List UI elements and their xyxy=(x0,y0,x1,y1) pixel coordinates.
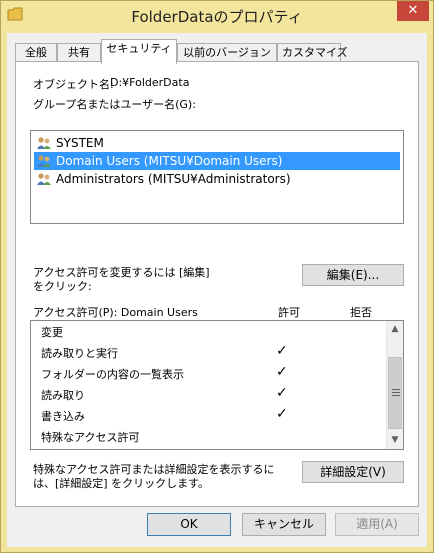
edit-button[interactable]: 編集(E)... xyxy=(302,264,404,286)
cancel-button[interactable]: キャンセル xyxy=(242,513,326,536)
close-icon: ✕ xyxy=(407,3,419,18)
object-name-value: D:¥FolderData xyxy=(110,76,190,89)
permissions-list[interactable]: 変更 読み取りと実行 ✓ フォルダーの内容の一覧表示 ✓ 読み取り ✓ 書き込み… xyxy=(30,320,404,450)
tab-previous-versions[interactable]: 以前のバージョン xyxy=(177,43,277,63)
advanced-button[interactable]: 詳細設定(V) xyxy=(302,461,404,483)
permissions-scrollbar[interactable]: ▲ ▼ xyxy=(386,321,403,449)
allow-check: ✓ xyxy=(276,364,288,380)
permission-row-read: 読み取り ✓ xyxy=(31,384,386,405)
allow-check: ✓ xyxy=(276,385,288,401)
tab-security[interactable]: セキュリティ xyxy=(101,39,177,64)
permission-row-list-folder: フォルダーの内容の一覧表示 ✓ xyxy=(31,363,386,384)
allow-check: ✓ xyxy=(276,406,288,422)
scroll-up-arrow-icon[interactable]: ▲ xyxy=(387,321,403,338)
deny-column-header: 拒否 xyxy=(350,306,372,319)
permission-name: 書き込み xyxy=(41,410,85,423)
list-item-domain-users[interactable]: Domain Users (MITSU¥Domain Users) xyxy=(34,152,400,170)
list-item-administrators[interactable]: Administrators (MITSU¥Administrators) xyxy=(34,170,400,188)
tab-sharing[interactable]: 共有 xyxy=(57,43,101,63)
list-item-label: Administrators (MITSU¥Administrators) xyxy=(56,172,291,186)
permission-row-modify: 変更 xyxy=(31,321,386,342)
allow-column-header: 許可 xyxy=(278,306,300,319)
group-user-list[interactable]: SYSTEM Domain Users (MITSU¥Domain Users)… xyxy=(30,130,404,224)
properties-window: FolderDataのプロパティ ✕ 全般 共有 セキュリティ 以前のバージョン… xyxy=(0,0,434,553)
dialog-client-area: 全般 共有 セキュリティ 以前のバージョン カスタマイズ オブジェクト名: D:… xyxy=(7,33,427,547)
edit-hint-line2: をクリック: xyxy=(33,280,92,293)
allow-check: ✓ xyxy=(276,343,288,359)
permission-row-read-execute: 読み取りと実行 ✓ xyxy=(31,342,386,363)
permission-row-write: 書き込み ✓ xyxy=(31,405,386,426)
advanced-hint-line2: は、[詳細設定] をクリックします。 xyxy=(33,477,209,490)
scroll-down-arrow-icon[interactable]: ▼ xyxy=(387,432,403,449)
ok-button[interactable]: OK xyxy=(147,513,231,536)
permissions-label: アクセス許可(P): Domain Users xyxy=(33,306,198,319)
permission-name: フォルダーの内容の一覧表示 xyxy=(41,368,184,381)
groups-label: グループ名またはユーザー名(G): xyxy=(33,98,196,111)
permission-row-special: 特殊なアクセス許可 xyxy=(31,426,386,447)
permission-name: 変更 xyxy=(41,326,63,339)
tab-customize[interactable]: カスタマイズ xyxy=(277,43,348,63)
permission-name: 読み取り xyxy=(41,389,85,402)
object-name-label: オブジェクト名: xyxy=(33,78,114,91)
permission-name: 特殊なアクセス許可 xyxy=(41,431,140,444)
apply-button[interactable]: 適用(A) xyxy=(335,513,419,536)
user-group-icon xyxy=(37,173,51,185)
security-tab-panel: オブジェクト名: D:¥FolderData グループ名またはユーザー名(G):… xyxy=(15,61,419,507)
user-group-icon xyxy=(37,155,51,167)
list-item-system[interactable]: SYSTEM xyxy=(34,134,400,152)
window-title: FolderDataのプロパティ xyxy=(131,8,303,26)
tab-general[interactable]: 全般 xyxy=(15,43,57,63)
close-button[interactable]: ✕ xyxy=(397,1,429,21)
scroll-thumb[interactable] xyxy=(388,357,402,429)
permission-name: 読み取りと実行 xyxy=(41,347,118,360)
list-item-label: Domain Users (MITSU¥Domain Users) xyxy=(56,154,283,168)
title-bar[interactable]: FolderDataのプロパティ ✕ xyxy=(1,1,433,33)
user-group-icon xyxy=(37,137,51,149)
list-item-label: SYSTEM xyxy=(56,136,104,150)
grip-icon xyxy=(392,389,400,396)
